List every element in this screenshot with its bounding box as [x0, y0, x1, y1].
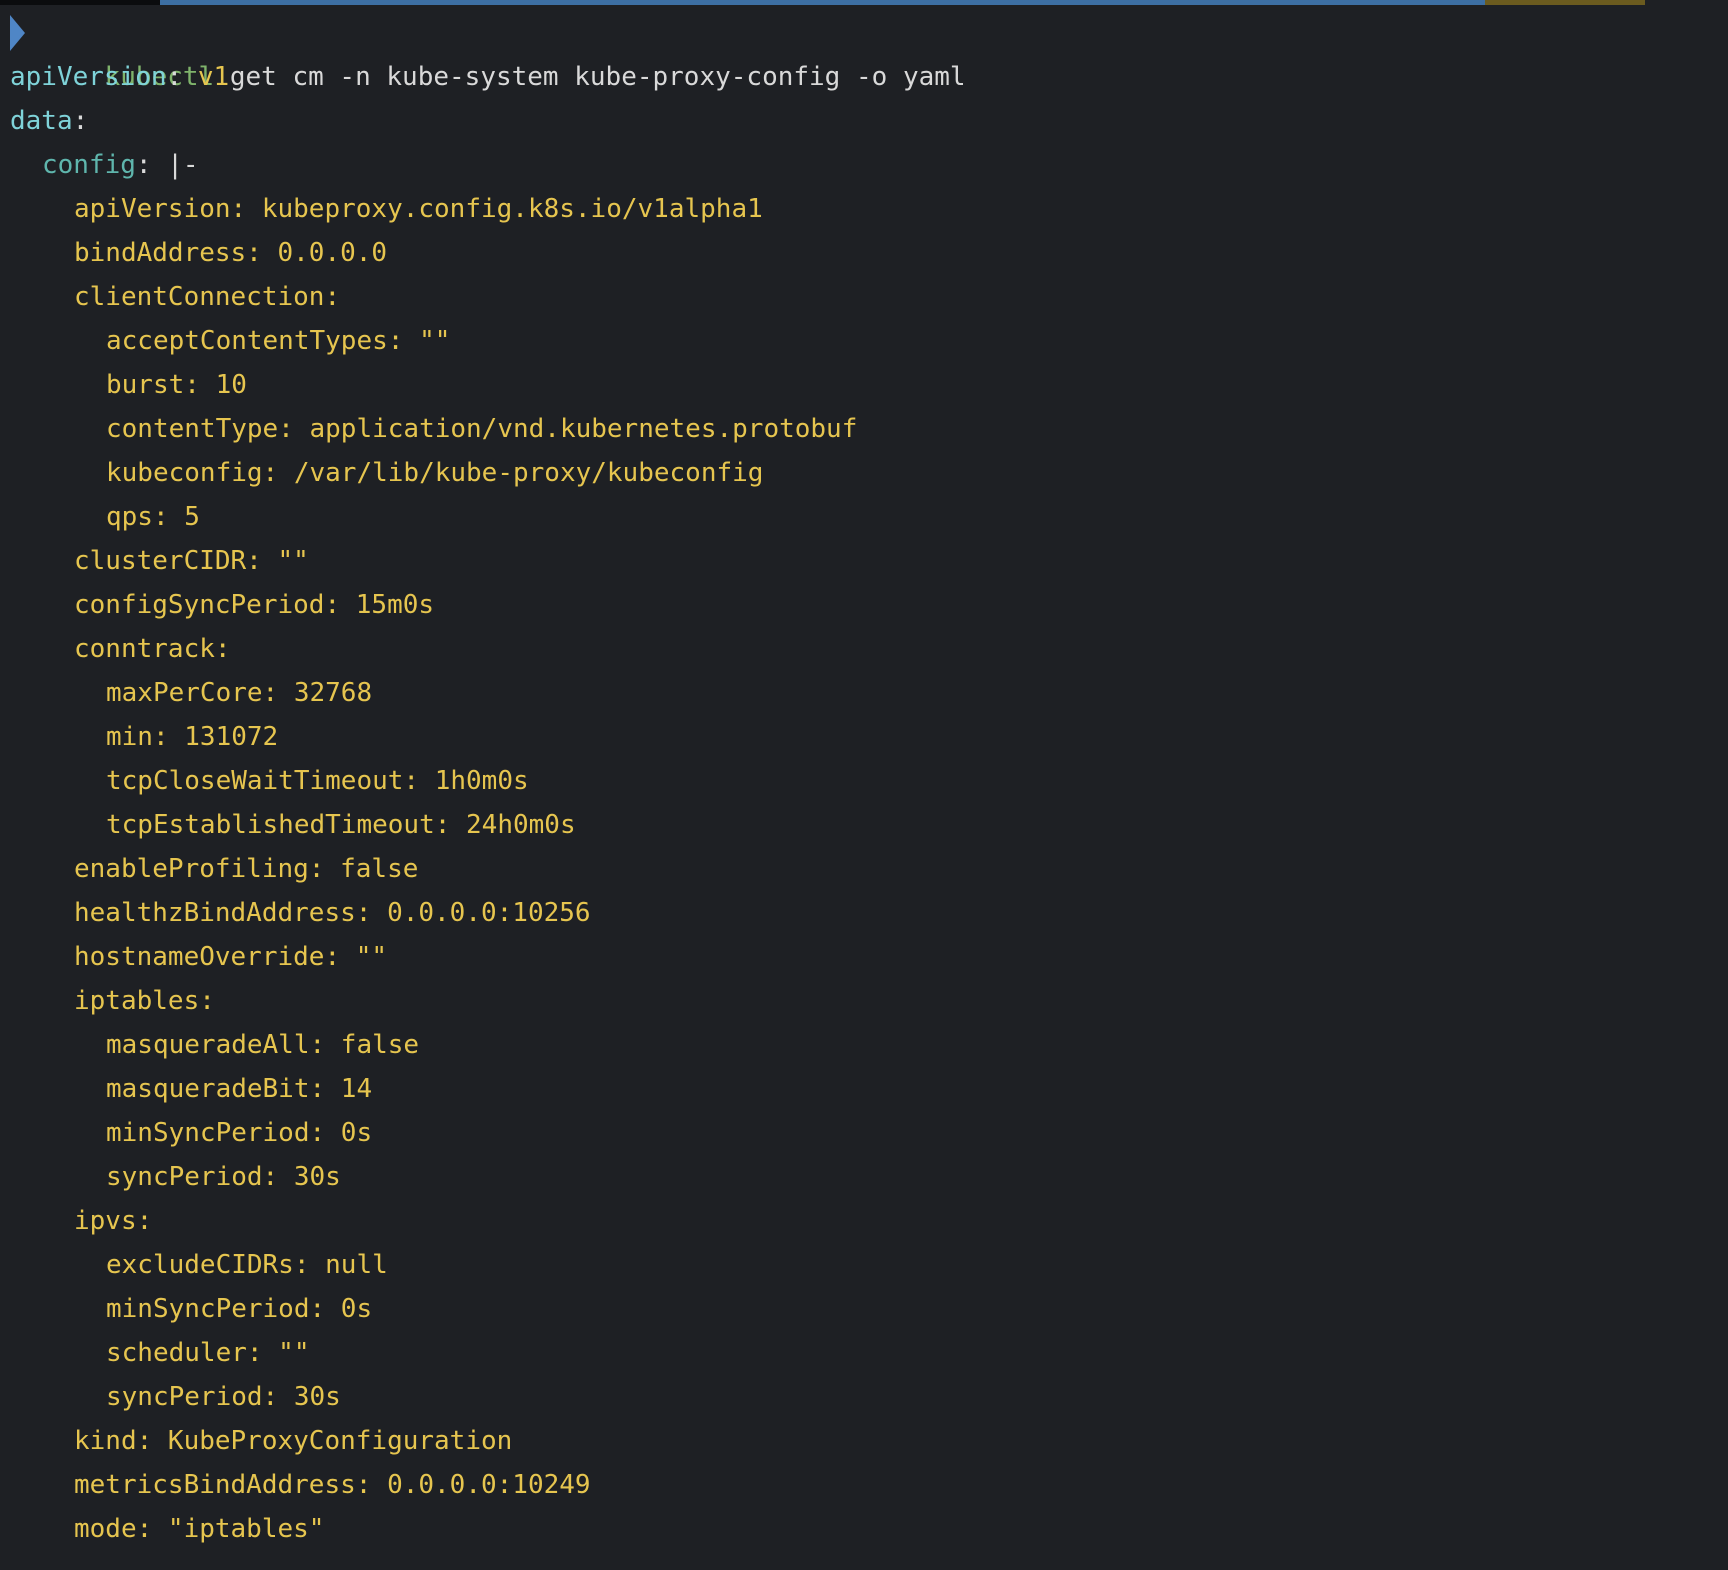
config-line: masqueradeBit: 14 [106, 1074, 373, 1104]
config-line: healthzBindAddress: 0.0.0.0:10256 [74, 898, 591, 928]
config-line: iptables: [74, 986, 215, 1016]
yaml-key: config [42, 150, 136, 180]
status-bar-segment-path [160, 0, 1485, 5]
yaml-line-data: data: [10, 106, 89, 136]
config-line: syncPeriod: 30s [106, 1162, 341, 1192]
yaml-key: apiVersion [10, 62, 167, 92]
config-line: excludeCIDRs: null [106, 1250, 388, 1280]
config-line: enableProfiling: false [74, 854, 419, 884]
config-line: masqueradeAll: false [106, 1030, 420, 1060]
config-line: tcpCloseWaitTimeout: 1h0m0s [106, 766, 529, 796]
config-line: contentType: application/vnd.kubernetes.… [106, 414, 858, 444]
yaml-value: v1 [197, 62, 230, 92]
config-line: maxPerCore: 32768 [106, 678, 373, 708]
command-line[interactable]: kubectl get cm -n kube-system kube-proxy… [0, 11, 1728, 92]
config-block: apiVersion: kubeproxy.config.k8s.io/v1al… [0, 187, 1728, 1551]
config-line: hostnameOverride: "" [74, 942, 388, 972]
config-line: qps: 5 [106, 502, 200, 532]
config-line: syncPeriod: 30s [106, 1382, 341, 1412]
config-line: mode: "iptables" [74, 1514, 325, 1544]
config-line: clusterCIDR: "" [74, 546, 309, 576]
status-bar-segment-left [0, 0, 160, 5]
config-line: scheduler: "" [106, 1338, 310, 1368]
config-line: tcpEstablishedTimeout: 24h0m0s [106, 810, 576, 840]
prompt-chevron-icon [10, 15, 25, 51]
yaml-block-indicator: |- [167, 150, 199, 180]
config-line: kind: KubeProxyConfiguration [74, 1426, 513, 1456]
config-line: apiVersion: kubeproxy.config.k8s.io/v1al… [74, 194, 763, 224]
config-line: conntrack: [74, 634, 231, 664]
config-line: minSyncPeriod: 0s [106, 1118, 373, 1148]
config-line: clientConnection: [74, 282, 341, 312]
config-line: ipvs: [74, 1206, 153, 1236]
yaml-line-apiversion: apiVersion: v1 [10, 62, 230, 92]
config-line: acceptContentTypes: "" [106, 326, 451, 356]
yaml-key: data [10, 106, 73, 136]
config-line: metricsBindAddress: 0.0.0.0:10249 [74, 1470, 591, 1500]
terminal-output[interactable]: kubectl get cm -n kube-system kube-proxy… [0, 11, 1728, 1551]
config-line: configSyncPeriod: 15m0s [74, 590, 435, 620]
config-line: bindAddress: 0.0.0.0 [74, 238, 388, 268]
config-line: kubeconfig: /var/lib/kube-proxy/kubeconf… [106, 458, 764, 488]
config-line: burst: 10 [106, 370, 247, 400]
config-line: minSyncPeriod: 0s [106, 1294, 373, 1324]
yaml-line-config: config: |- [42, 150, 199, 180]
top-status-bar [0, 0, 1728, 5]
config-line: min: 131072 [106, 722, 279, 752]
status-bar-segment-right [1485, 0, 1645, 5]
